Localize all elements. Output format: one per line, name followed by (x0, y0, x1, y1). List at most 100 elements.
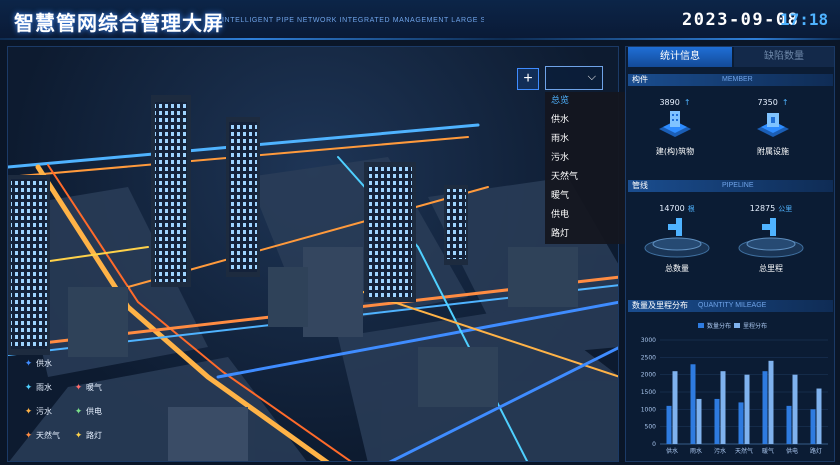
layer-option[interactable]: 天然气 (545, 168, 632, 187)
bar (810, 409, 816, 444)
app-subtitle: INTELLIGENT PIPE NETWORK INTEGRATED MANA… (222, 17, 484, 24)
map-scene (8, 95, 618, 461)
bar (666, 405, 672, 444)
x-tick-label: 雨水 (690, 447, 702, 455)
legend-label: 供电 (86, 407, 102, 416)
y-tick-label: 1500 (641, 389, 656, 396)
layer-select[interactable]: ⌵ (545, 66, 603, 90)
bar (744, 374, 750, 444)
bar (792, 374, 798, 444)
legend-marker-icon: ✦ (74, 431, 83, 441)
member-title: 构件 (632, 75, 648, 84)
y-tick-label: 3000 (641, 337, 656, 344)
bar (690, 364, 696, 444)
dashboard-root: 智慧管网综合管理大屏 INTELLIGENT PIPE NETWORK INTE… (0, 0, 840, 465)
x-tick-label: 供水 (666, 447, 678, 455)
quantity-title-en: QUANTITY MILEAGE (698, 302, 767, 309)
legend-label: 数量分布 (707, 322, 731, 330)
bar (738, 402, 744, 444)
legend-item: ✦ 供电 (74, 406, 102, 417)
legend-label: 天然气 (36, 431, 60, 440)
layer-option[interactable]: 雨水 (545, 130, 632, 149)
legend-marker-icon: ✦ (24, 407, 33, 417)
stat-buildings-label: 建(构)筑物 (655, 147, 695, 156)
legend-label: 供水 (36, 359, 52, 368)
legend-marker-icon: ✦ (74, 407, 83, 417)
header-bar: 智慧管网综合管理大屏 INTELLIGENT PIPE NETWORK INTE… (0, 0, 840, 40)
layer-option[interactable]: 总览 (545, 92, 632, 111)
legend-label: 雨水 (36, 383, 52, 392)
stat-facilities-label: 附属设施 (757, 147, 789, 156)
legend-marker-icon: ✦ (74, 383, 83, 393)
layer-option[interactable]: 路灯 (545, 225, 632, 244)
stat-buildings-value: 3890 (659, 98, 680, 107)
legend-marker-icon: ✦ (24, 431, 33, 441)
stat-pipe-count: 14700 根 总数量 (642, 204, 712, 274)
pipeline-section-header: 管线 PIPELINE (628, 180, 833, 192)
legend-label: 里程分布 (743, 322, 767, 330)
legend-item: ✦ 污水 (24, 406, 52, 417)
stat-pipe-count-label: 总数量 (665, 264, 689, 273)
x-tick-label: 天然气 (735, 447, 753, 455)
header-divider (0, 38, 840, 40)
quantity-title: 数量及里程分布 (632, 301, 688, 310)
y-tick-label: 0 (652, 441, 656, 448)
stat-pipe-length-label: 总里程 (759, 264, 783, 273)
bar (696, 398, 702, 444)
app-title: 智慧管网综合管理大屏 (14, 11, 224, 35)
legend-item: ✦ 天然气 (24, 430, 60, 441)
pipeline-title-en: PIPELINE (722, 182, 754, 189)
chevron-down-icon: ⌵ (587, 71, 596, 83)
stat-pipe-count-value: 14700 (659, 204, 685, 213)
quantity-section: 数量及里程分布 QUANTITY MILEAGE (628, 300, 833, 312)
legend-swatch (734, 323, 740, 328)
layer-option[interactable]: 供电 (545, 206, 632, 225)
stat-pipe-count-unit: 根 (687, 205, 695, 213)
legend-item: ✦ 供水 (24, 358, 52, 369)
quantity-section-header: 数量及里程分布 QUANTITY MILEAGE (628, 300, 833, 312)
layer-option[interactable]: 供水 (545, 111, 632, 130)
city-3d-map[interactable] (7, 46, 619, 462)
layer-option[interactable]: 暖气 (545, 187, 632, 206)
quantity-bar-chart: 数量分布 里程分布 0 500 1000 1500 2000 2500 3000 供水 雨水 污水 天然… (628, 318, 833, 460)
tab-statistics[interactable]: 统计信息 (628, 47, 732, 67)
bar-chart-svg: 数量分布 里程分布 0 500 1000 1500 2000 2500 3000 供水 雨水 污水 天然… (641, 322, 828, 455)
current-time: 17:18 (780, 10, 829, 29)
tab-defects[interactable]: 缺陷数量 (734, 47, 834, 67)
y-tick-label: 1000 (641, 406, 656, 413)
stat-pipe-length: 12875 公里 总里程 (736, 204, 806, 274)
pipeline-section: 管线 PIPELINE (628, 180, 833, 192)
bar (768, 360, 774, 444)
y-tick-label: 2500 (641, 354, 656, 361)
member-title-en: MEMBER (722, 76, 753, 83)
bar (714, 398, 720, 444)
x-tick-label: 路灯 (810, 447, 822, 455)
x-tick-label: 暖气 (762, 447, 774, 455)
x-tick-label: 供电 (786, 447, 798, 455)
x-tick-label: 污水 (714, 447, 726, 455)
arrow-up-icon: ↑ (683, 98, 691, 107)
member-section-header: 构件 MEMBER (628, 74, 833, 86)
facility-icon (757, 113, 789, 137)
stat-buildings: 3890 ↑ 建(构)筑物 (640, 98, 710, 157)
arrow-up-icon: ↑ (781, 98, 789, 107)
bar (672, 371, 678, 444)
legend-marker-icon: ✦ (24, 383, 33, 393)
bar (762, 371, 768, 444)
panel-tabs: 统计信息 缺陷数量 (628, 47, 834, 67)
layer-dropdown-menu: 总览 供水 雨水 污水 天然气 暖气 供电 路灯 (545, 92, 632, 244)
y-tick-label: 2000 (641, 372, 656, 379)
legend-label: 污水 (36, 407, 52, 416)
legend-item: ✦ 暖气 (74, 382, 102, 393)
pipe-count-icon (644, 218, 710, 258)
pipeline-title: 管线 (632, 181, 648, 190)
legend-swatch (698, 323, 704, 328)
building-icon (659, 111, 691, 137)
stat-facilities-value: 7350 (757, 98, 778, 107)
layer-option[interactable]: 污水 (545, 149, 632, 168)
legend-label: 暖气 (86, 383, 102, 392)
add-layer-button[interactable]: + (517, 68, 539, 90)
member-section: 构件 MEMBER (628, 74, 833, 86)
legend-item: ✦ 雨水 (24, 382, 52, 393)
y-tick-label: 500 (645, 424, 657, 431)
